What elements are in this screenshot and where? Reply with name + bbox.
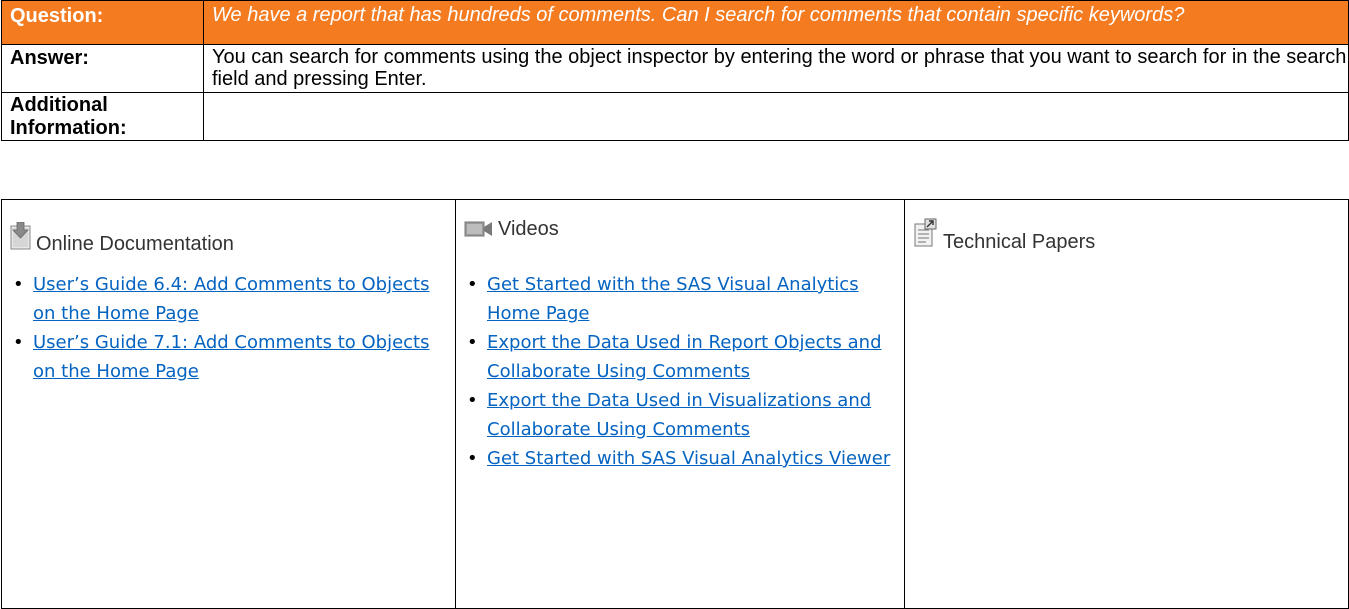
videos-links: Get Started with the SAS Visual Analytic… xyxy=(456,270,904,473)
documentation-link-item: User’s Guide 6.4: Add Comments to Object… xyxy=(10,270,455,328)
video-camera-icon xyxy=(464,218,494,244)
answer-label: Answer: xyxy=(1,44,204,93)
papers-title: Technical Papers xyxy=(943,231,1096,253)
additional-info-row: Additional Information: xyxy=(1,92,1349,141)
question-label: Question: xyxy=(1,0,204,45)
documentation-column: Online Documentation User’s Guide 6.4: A… xyxy=(1,199,456,609)
videos-column: Videos Get Started with the SAS Visual A… xyxy=(455,199,905,609)
technical-paper-icon xyxy=(913,218,939,254)
additional-info-text xyxy=(203,92,1349,141)
documentation-link-6-4[interactable]: User’s Guide 6.4: Add Comments to Object… xyxy=(33,274,430,324)
document-download-icon xyxy=(10,221,32,256)
answer-row: Answer: You can search for comments usin… xyxy=(1,44,1349,93)
videos-title: Videos xyxy=(498,218,559,240)
additional-info-label: Additional Information: xyxy=(1,92,204,141)
documentation-header: Online Documentation xyxy=(10,208,455,256)
question-row: Question: We have a report that has hund… xyxy=(1,0,1349,45)
video-link-item: Export the Data Used in Visualizations a… xyxy=(464,386,904,444)
video-link-get-started-home[interactable]: Get Started with the SAS Visual Analytic… xyxy=(487,274,859,324)
answer-text: You can search for comments using the ob… xyxy=(203,44,1349,93)
additional-info-label-line1: Additional xyxy=(10,94,108,116)
faq-document: Question: We have a report that has hund… xyxy=(0,0,1349,609)
video-link-export-visualizations[interactable]: Export the Data Used in Visualizations a… xyxy=(487,390,871,440)
documentation-title: Online Documentation xyxy=(36,233,234,255)
question-text: We have a report that has hundreds of co… xyxy=(203,0,1349,45)
video-link-item: Export the Data Used in Report Objects a… xyxy=(464,328,904,386)
documentation-link-item: User’s Guide 7.1: Add Comments to Object… xyxy=(10,328,455,386)
video-link-get-started-viewer[interactable]: Get Started with SAS Visual Analytics Vi… xyxy=(487,448,890,469)
additional-info-label-line2: Information: xyxy=(10,117,127,139)
videos-header: Videos xyxy=(464,218,904,256)
faq-table: Question: We have a report that has hund… xyxy=(1,0,1349,141)
papers-header: Technical Papers xyxy=(913,210,1348,254)
video-link-item: Get Started with the SAS Visual Analytic… xyxy=(464,270,904,328)
documentation-link-7-1[interactable]: User’s Guide 7.1: Add Comments to Object… xyxy=(33,332,430,382)
video-link-export-report-objects[interactable]: Export the Data Used in Report Objects a… xyxy=(487,332,882,382)
documentation-links: User’s Guide 6.4: Add Comments to Object… xyxy=(2,270,455,386)
video-link-item: Get Started with SAS Visual Analytics Vi… xyxy=(464,444,904,473)
resources-row: Online Documentation User’s Guide 6.4: A… xyxy=(1,199,1349,609)
papers-column: Technical Papers xyxy=(904,199,1349,609)
resources-table: Online Documentation User’s Guide 6.4: A… xyxy=(1,199,1349,609)
